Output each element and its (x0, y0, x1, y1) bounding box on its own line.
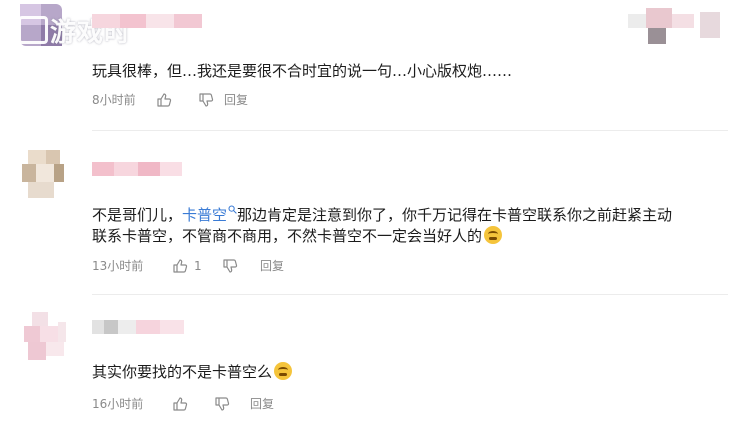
divider (92, 130, 728, 131)
username-blurred[interactable] (92, 14, 202, 28)
avatar[interactable] (24, 312, 66, 364)
comment-time: 16小时前 (92, 397, 144, 411)
reply-button[interactable]: 回复 (260, 257, 284, 274)
like-icon[interactable] (156, 92, 172, 108)
dislike-icon[interactable] (198, 92, 214, 108)
comment-text: 玩具很棒，但…我还是要很不合时宜的说一句…小心版权炮…… (92, 56, 512, 86)
awkward-smile-icon (484, 226, 503, 244)
divider (92, 294, 728, 295)
username-blurred[interactable] (92, 162, 182, 176)
comment-time: 13小时前 (92, 259, 144, 273)
comment-text: 联系卡普空，不管商不商用，不然卡普空不一定会当好人的 (92, 221, 503, 251)
comment-meta: 8小时前 回复 (92, 91, 248, 108)
like-icon[interactable] (172, 396, 188, 412)
more-options-icon[interactable] (628, 8, 728, 46)
comment-time: 8小时前 (92, 93, 136, 107)
reply-button[interactable]: 回复 (250, 395, 274, 412)
search-icon (228, 194, 237, 214)
reply-button[interactable]: 回复 (224, 91, 248, 108)
comment-meta: 13小时前 1 回复 (92, 257, 284, 274)
comment-meta: 16小时前 回复 (92, 395, 274, 412)
like-icon[interactable] (172, 258, 188, 274)
awkward-smile-icon (274, 362, 293, 380)
like-count: 1 (194, 258, 202, 273)
comment-body: 其实你要找的不是卡普空么 (92, 363, 273, 381)
watermark-icon (18, 16, 48, 44)
comment-body: 玩具很棒，但…我还是要很不合时宜的说一句…小心版权炮…… (92, 62, 513, 80)
dislike-icon[interactable] (222, 258, 238, 274)
comment-text: 其实你要找的不是卡普空么 (92, 357, 293, 387)
avatar[interactable] (22, 150, 64, 200)
dislike-icon[interactable] (214, 396, 230, 412)
comment-body: 联系卡普空，不管商不商用，不然卡普空不一定会当好人的 (92, 227, 483, 245)
username-blurred[interactable] (92, 320, 184, 334)
